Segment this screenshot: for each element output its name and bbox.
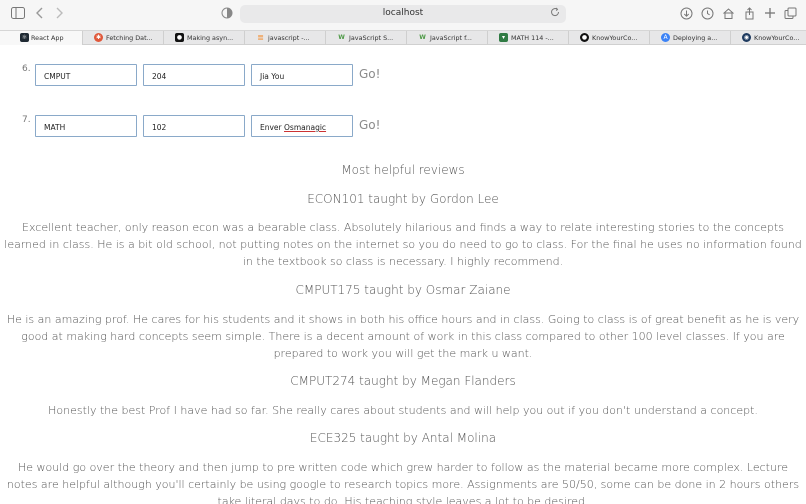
site-icon: ◉	[742, 33, 751, 42]
address-bar[interactable]: localhost	[240, 5, 566, 23]
new-tab-icon[interactable]	[762, 7, 778, 23]
tab-label: Fetching Dat...	[106, 34, 153, 42]
history-icon[interactable]	[699, 7, 715, 23]
go-button[interactable]: Go!	[359, 118, 380, 132]
deploy-icon: A	[661, 33, 670, 42]
tab-label: Deploying a...	[673, 34, 718, 42]
react-icon: ⚛	[20, 33, 29, 42]
tab-label: JavaScript f...	[430, 34, 472, 42]
sidebar-toggle-icon[interactable]	[10, 7, 26, 23]
github-icon: ●	[175, 33, 184, 42]
review-heading: ECE325 taught by Antal Molina	[309, 431, 497, 445]
stack-icon: ≣	[257, 33, 264, 42]
go-button[interactable]: Go!	[359, 67, 380, 81]
section-title: Most helpful reviews	[341, 163, 465, 177]
tab-deploying[interactable]: A Deploying a...	[650, 31, 731, 45]
tab-javascript-f[interactable]: W JavaScript f...	[407, 31, 488, 45]
browser-toolbar: localhost	[0, 0, 806, 30]
professor-last-name: Osmanagic	[284, 123, 327, 132]
home-icon[interactable]	[720, 7, 736, 23]
subject-input[interactable]: CMPUT	[35, 64, 137, 86]
w3-icon: W	[419, 34, 426, 41]
subject-input[interactable]: MATH	[35, 115, 137, 137]
w3-icon: W	[338, 34, 345, 41]
tab-label: Making asyn...	[187, 34, 234, 42]
tab-overview-icon[interactable]	[782, 7, 798, 23]
forward-icon[interactable]	[51, 7, 67, 23]
tab-label: MATH 114 -...	[511, 34, 554, 42]
tab-fetching-data[interactable]: ✱ Fetching Dat...	[83, 31, 164, 45]
professor-first-name: Enver	[260, 123, 285, 132]
tab-label: JavaScript S...	[349, 34, 394, 42]
review-body: Honestly the best Prof I have had so far…	[48, 404, 758, 417]
review-heading: CMPUT274 taught by Megan Flanders	[290, 374, 516, 388]
tab-math-114[interactable]: ▾ MATH 114 -...	[488, 31, 569, 45]
share-icon[interactable]	[741, 7, 757, 23]
row-number: 6.	[22, 64, 31, 74]
url-text: localhost	[382, 8, 424, 18]
tab-react-app[interactable]: ⚛ React App	[0, 31, 83, 45]
back-icon[interactable]	[32, 7, 48, 23]
reload-icon[interactable]	[548, 7, 562, 21]
download-icon[interactable]	[678, 7, 694, 23]
review-body: Excellent teacher, only reason econ was …	[4, 221, 802, 268]
tab-knowyourcourse-github[interactable]: ● KnowYourCo...	[569, 31, 650, 45]
tab-label: KnowYourCo...	[592, 34, 638, 42]
review-body: He would go over the theory and then jum…	[6, 461, 800, 504]
tab-javascript-so[interactable]: ≣ javascript -...	[245, 31, 326, 45]
professor-input[interactable]: Enver Osmanagic	[251, 115, 353, 137]
review-heading: CMPUT175 taught by Osmar Zaiane	[295, 283, 511, 297]
course-number-input[interactable]: 204	[143, 64, 245, 86]
privacy-shield-icon[interactable]	[219, 7, 235, 23]
tab-making-async[interactable]: ● Making asyn...	[164, 31, 245, 45]
tab-bar: ⚛ React App ✱ Fetching Dat... ● Making a…	[0, 30, 806, 45]
course-number-input[interactable]: 102	[143, 115, 245, 137]
tab-label: React App	[31, 34, 64, 42]
professor-input[interactable]: Jia You	[251, 64, 353, 86]
review-body: He is an amazing prof. He cares for his …	[6, 313, 800, 360]
tab-label: javascript -...	[268, 34, 310, 42]
page-content: 6. CMPUT 204 Jia You Go! 7. MATH 102 Env…	[0, 46, 806, 504]
fetch-icon: ✱	[94, 33, 103, 42]
github-icon: ●	[580, 33, 589, 42]
tab-knowyourcourse-site[interactable]: ◉ KnowYourCo...	[731, 31, 806, 45]
professor-name-text: Jia You	[260, 72, 285, 81]
row-number: 7.	[22, 115, 31, 125]
tab-javascript-s[interactable]: W JavaScript S...	[326, 31, 407, 45]
review-heading: ECON101 taught by Gordon Lee	[307, 192, 499, 206]
shield-icon: ▾	[499, 33, 508, 42]
tab-label: KnowYourCo...	[754, 34, 800, 42]
